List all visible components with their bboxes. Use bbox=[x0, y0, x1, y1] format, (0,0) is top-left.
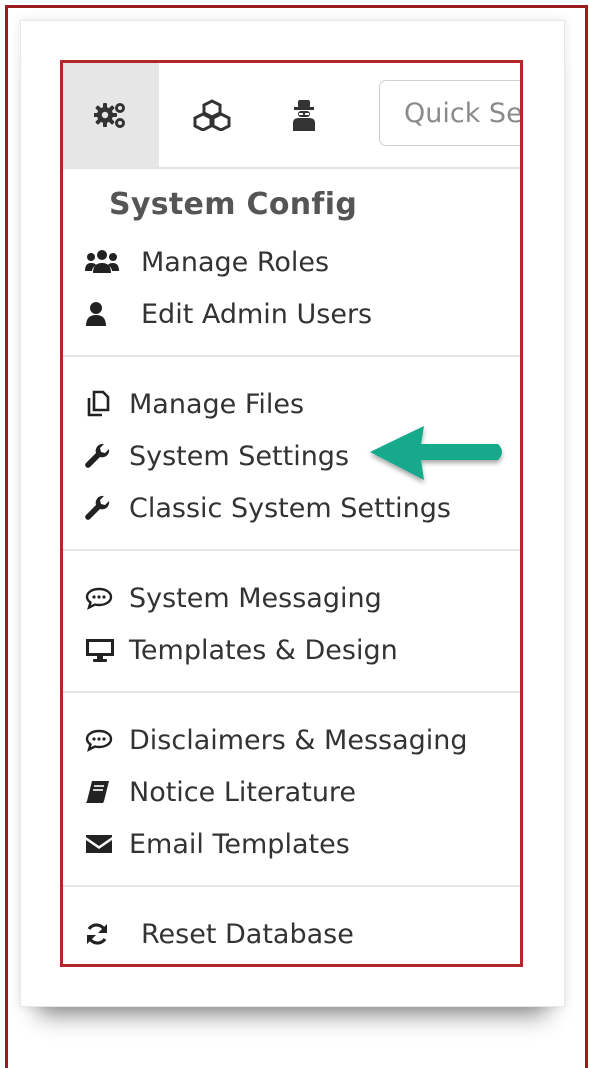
menu-item-email-templates[interactable]: Email Templates bbox=[85, 821, 350, 867]
cubes-tab[interactable] bbox=[175, 63, 249, 167]
files-icon bbox=[85, 389, 129, 419]
users-icon bbox=[85, 247, 141, 277]
quick-search-input[interactable] bbox=[379, 80, 520, 146]
wrench-icon bbox=[85, 441, 129, 471]
user-secret-tab[interactable] bbox=[271, 63, 337, 167]
menu-item-disclaimers-messaging[interactable]: Disclaimers & Messaging bbox=[85, 717, 468, 763]
menu-item-label: System Settings bbox=[129, 440, 350, 472]
monitor-icon bbox=[85, 635, 129, 665]
system-config-dropdown: System Config Manage Roles Edit Admin Us… bbox=[60, 60, 523, 967]
menu-item-label: Edit Admin Users bbox=[141, 298, 373, 330]
chat-bubble-icon bbox=[85, 583, 129, 613]
refresh-icon bbox=[85, 919, 141, 949]
menu-item-reset-database[interactable]: Reset Database bbox=[85, 911, 354, 957]
menu-item-label: System Messaging bbox=[129, 582, 382, 614]
menu-item-label: Manage Files bbox=[129, 388, 305, 420]
menu-item-label: Disclaimers & Messaging bbox=[129, 724, 468, 756]
menu-item-label: Notice Literature bbox=[129, 776, 357, 808]
config-cogs-tab[interactable] bbox=[63, 63, 159, 167]
menu-toolbar bbox=[63, 63, 520, 169]
user-secret-icon bbox=[293, 100, 315, 131]
menu-divider bbox=[63, 691, 520, 693]
menu-divider bbox=[63, 355, 520, 357]
cubes-icon bbox=[193, 99, 231, 131]
menu-item-edit-admin-users[interactable]: Edit Admin Users bbox=[85, 291, 372, 337]
menu-divider bbox=[63, 885, 520, 887]
menu-item-label: Classic System Settings bbox=[129, 492, 451, 524]
menu-item-templates-design[interactable]: Templates & Design bbox=[85, 627, 398, 673]
menu-item-classic-system-settings[interactable]: Classic System Settings bbox=[85, 485, 451, 531]
menu-item-label: Templates & Design bbox=[129, 634, 398, 666]
section-title: System Config bbox=[109, 187, 358, 222]
menu-item-system-settings[interactable]: System Settings bbox=[85, 433, 349, 479]
cogs-icon bbox=[94, 103, 125, 128]
menu-divider bbox=[63, 549, 520, 551]
envelope-icon bbox=[85, 829, 129, 859]
user-icon bbox=[85, 299, 141, 329]
annotation-arrow-icon bbox=[370, 426, 502, 480]
menu-item-manage-roles[interactable]: Manage Roles bbox=[85, 239, 329, 285]
menu-item-system-messaging[interactable]: System Messaging bbox=[85, 575, 382, 621]
menu-item-label: Email Templates bbox=[129, 828, 350, 860]
menu-item-manage-files[interactable]: Manage Files bbox=[85, 381, 304, 427]
book-icon bbox=[85, 777, 129, 807]
wrench-icon bbox=[85, 493, 129, 523]
menu-item-label: Reset Database bbox=[141, 918, 354, 950]
chat-bubble-icon bbox=[85, 725, 129, 755]
menu-item-notice-literature[interactable]: Notice Literature bbox=[85, 769, 356, 815]
menu-item-label: Manage Roles bbox=[141, 246, 330, 278]
